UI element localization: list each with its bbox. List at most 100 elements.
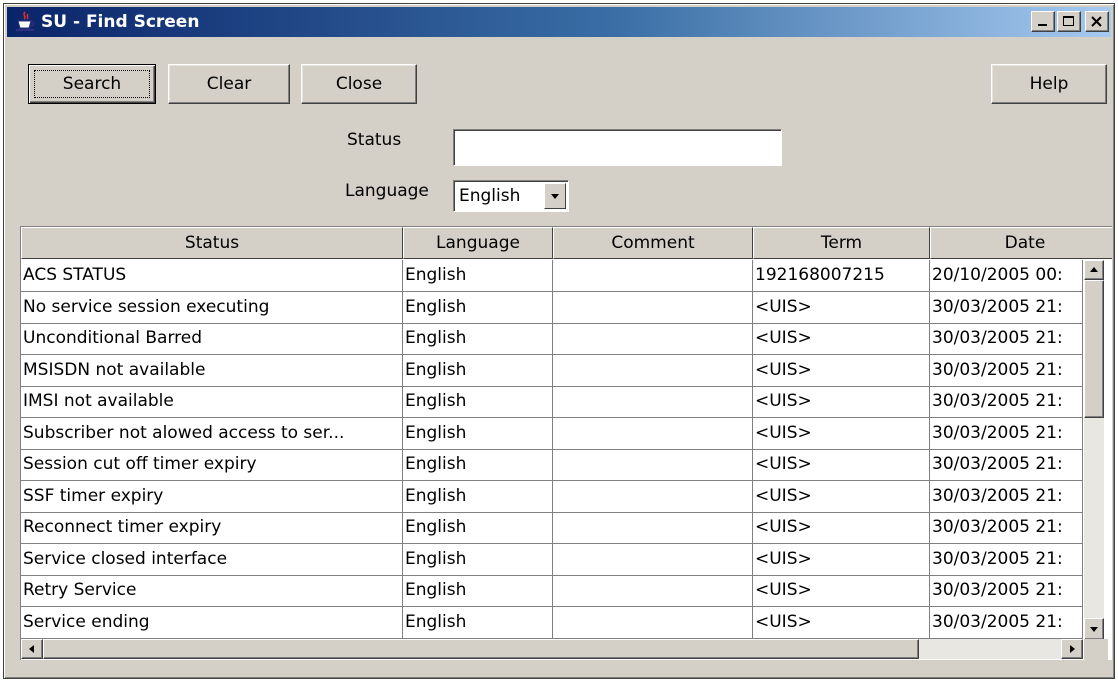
cell-comment [553,543,753,576]
column-header-language[interactable]: Language [403,227,553,259]
cell-language: English [403,417,553,450]
table-row[interactable]: Reconnect timer expiry English <UIS> 30/03/… [21,512,1083,544]
language-select[interactable]: English [453,180,569,212]
close-icon [1091,16,1102,27]
results-table[interactable]: Status Language Comment Term Date ACS ST… [20,226,1112,660]
title-bar[interactable]: SU - Find Screen [7,7,1111,37]
column-header-status[interactable]: Status [21,227,403,259]
clear-button[interactable]: Clear [168,64,290,104]
cell-date: 30/03/2005 21: [930,543,1083,576]
status-label: Status [347,130,402,150]
vertical-scrollbar[interactable] [1084,260,1104,640]
cell-comment [553,323,753,355]
scrollbar-corner [1084,639,1108,660]
search-button[interactable]: Search [28,64,156,104]
column-header-term[interactable]: Term [753,227,930,259]
table-row[interactable]: MSISDN not available English <UIS> 30/03/20… [21,354,1083,387]
cell-comment [553,260,753,292]
arrow-up-icon [1090,267,1098,272]
cell-date: 30/03/2005 21: [930,386,1083,418]
vertical-scroll-thumb[interactable] [1084,280,1104,418]
arrow-left-icon [29,645,34,653]
language-dropdown-button[interactable] [544,183,566,209]
table-row[interactable]: Retry Service English <UIS> 30/03/2005 21: [21,575,1083,607]
cell-comment [553,386,753,418]
chevron-down-icon [551,194,559,199]
status-input[interactable] [453,129,782,166]
cell-date: 30/03/2005 21: [930,606,1083,639]
help-button[interactable]: Help [991,64,1107,104]
cell-status: No service session executing [21,291,403,324]
cell-language: English [403,260,553,292]
table-row[interactable]: SSF timer expiry English <UIS> 30/03/2005 2… [21,480,1083,513]
language-select-value: English [459,186,521,206]
cell-status: MSISDN not available [21,354,403,387]
table-row[interactable]: Session cut off timer expiry English <UIS>… [21,449,1083,481]
cell-term: <UIS> [753,480,930,513]
cell-term: 192168007215 [753,260,930,292]
cell-term: <UIS> [753,291,930,324]
cell-term: <UIS> [753,449,930,481]
cell-status: Unconditional Barred [21,323,403,355]
close-button[interactable]: Close [301,64,417,104]
scroll-up-button[interactable] [1084,260,1104,280]
cell-term: <UIS> [753,417,930,450]
column-header-date[interactable]: Date [930,227,1112,259]
scroll-right-button[interactable] [1061,639,1083,659]
cell-term: <UIS> [753,575,930,607]
minimize-icon [1038,24,1047,26]
table-row[interactable]: Service ending English <UIS> 30/03/2005 21: [21,606,1083,639]
cell-term: <UIS> [753,606,930,639]
table-row[interactable]: Service closed interface English <UIS> 30/0… [21,543,1083,576]
window-title: SU - Find Screen [41,12,200,32]
cell-status: ACS STATUS [21,260,403,292]
cell-status: Service ending [21,606,403,639]
cell-language: English [403,323,553,355]
cell-term: <UIS> [753,354,930,387]
cell-comment [553,291,753,324]
cell-term: <UIS> [753,512,930,544]
cell-term: <UIS> [753,386,930,418]
cell-status: Reconnect timer expiry [21,512,403,544]
cell-date: 30/03/2005 21: [930,291,1083,324]
cell-comment [553,480,753,513]
column-header-comment[interactable]: Comment [553,227,753,259]
arrow-right-icon [1070,645,1075,653]
cell-date: 30/03/2005 21: [930,449,1083,481]
horizontal-scroll-thumb[interactable] [43,639,919,659]
table-row[interactable]: ACS STATUS English 192168007215 20/10/2005 … [21,260,1083,292]
table-row[interactable]: Unconditional Barred English <UIS> 30/03/20… [21,323,1083,355]
table-row[interactable]: IMSI not available English <UIS> 30/03/2005… [21,386,1083,418]
cell-status: Retry Service [21,575,403,607]
cell-date: 30/03/2005 21: [930,512,1083,544]
cell-language: English [403,449,553,481]
cell-date: 30/03/2005 21: [930,575,1083,607]
cell-language: English [403,512,553,544]
minimize-button[interactable] [1031,11,1055,32]
horizontal-scroll-track[interactable] [919,639,1061,659]
cell-status: SSF timer expiry [21,480,403,513]
cell-comment [553,575,753,607]
cell-status: Service closed interface [21,543,403,576]
scroll-down-button[interactable] [1084,618,1104,640]
table-row[interactable]: No service session executing English <UIS>… [21,291,1083,324]
cell-date: 30/03/2005 21: [930,417,1083,450]
close-window-button[interactable] [1085,11,1109,32]
cell-comment [553,417,753,450]
maximize-button[interactable] [1057,11,1081,32]
cell-term: <UIS> [753,543,930,576]
table-row[interactable]: Subscriber not alowed access to ser... En… [21,417,1083,450]
cell-comment [553,512,753,544]
java-coffee-cup-icon [16,11,35,31]
search-button-label: Search [34,70,150,98]
cell-date: 30/03/2005 21: [930,323,1083,355]
cell-comment [553,449,753,481]
horizontal-scrollbar[interactable] [21,639,1083,659]
find-screen-window: SU - Find Screen Search Clear Close Help… [3,3,1115,679]
cell-date: 30/03/2005 21: [930,480,1083,513]
cell-language: English [403,480,553,513]
scroll-left-button[interactable] [21,639,43,659]
arrow-down-icon [1090,627,1098,632]
cell-term: <UIS> [753,323,930,355]
cell-language: English [403,543,553,576]
